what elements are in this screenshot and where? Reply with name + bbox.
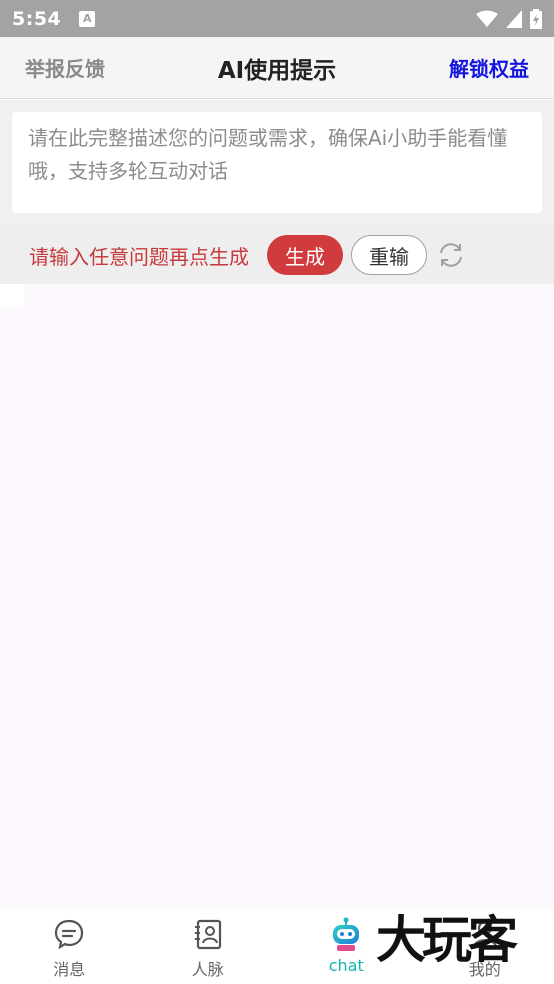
- app-notification-icon: A: [79, 10, 96, 27]
- status-time: 5:54: [12, 7, 62, 30]
- chat-content-area: [0, 284, 554, 908]
- watermark-logo: 大玩客: [376, 910, 518, 969]
- status-indicators: [476, 8, 542, 29]
- wifi-icon: [476, 10, 498, 27]
- content-corner: [0, 284, 24, 308]
- battery-icon: [530, 8, 542, 29]
- status-bar: 5:54 A: [0, 0, 554, 37]
- report-feedback-link[interactable]: 举报反馈: [25, 53, 105, 82]
- refresh-icon[interactable]: [435, 239, 467, 271]
- action-bar: 请输入任意问题再点生成 生成 重输: [0, 226, 554, 284]
- generate-button[interactable]: 生成: [267, 235, 343, 275]
- unlock-benefits-link[interactable]: 解锁权益: [449, 53, 529, 82]
- tab-label-contacts: 人脉: [191, 960, 224, 979]
- signal-icon: [506, 9, 522, 28]
- input-area: 请在此完整描述您的问题或需求，确保Ai小助手能看懂哦，支持多轮互动对话: [0, 100, 554, 226]
- message-icon: [51, 916, 87, 952]
- tab-label-messages: 消息: [53, 960, 86, 979]
- question-input[interactable]: 请在此完整描述您的问题或需求，确保Ai小助手能看懂哦，支持多轮互动对话: [12, 112, 542, 213]
- header: 举报反馈 AI使用提示 解锁权益: [0, 37, 554, 99]
- contacts-icon: [190, 916, 226, 952]
- robot-icon: [328, 916, 364, 952]
- tab-contacts[interactable]: 人脉: [139, 908, 278, 984]
- tab-label-chat: chat: [328, 956, 364, 975]
- tab-messages[interactable]: 消息: [0, 908, 139, 984]
- input-hint: 请输入任意问题再点生成: [29, 244, 249, 269]
- reset-button[interactable]: 重输: [351, 235, 427, 275]
